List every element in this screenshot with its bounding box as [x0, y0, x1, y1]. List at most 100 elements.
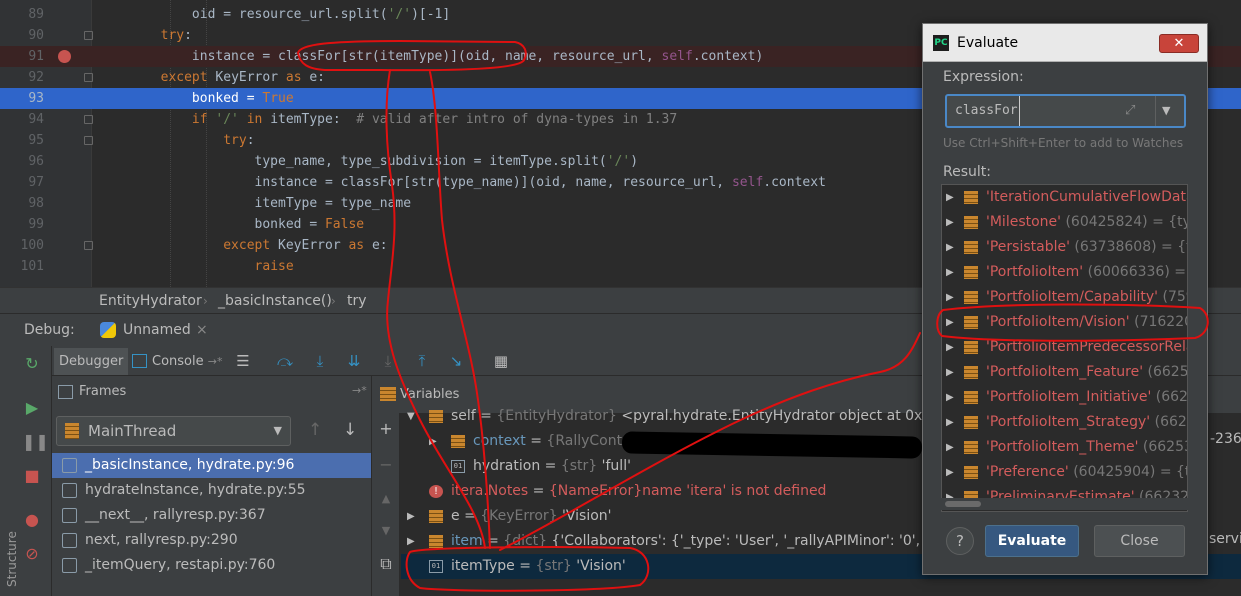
- fold-marker-icon[interactable]: [84, 73, 93, 82]
- pause-icon[interactable]: ❚❚: [22, 432, 49, 452]
- frame-row[interactable]: hydrateInstance, hydrate.py:55: [52, 478, 371, 503]
- remove-watch-icon[interactable]: −: [378, 457, 394, 473]
- expand-arrow-icon[interactable]: ▶: [407, 529, 415, 554]
- expression-input[interactable]: classFor ⤢ ▼: [945, 94, 1186, 128]
- fold-marker-icon[interactable]: [84, 115, 93, 124]
- view-breakpoints-icon[interactable]: ●: [22, 510, 42, 530]
- tab-debugger[interactable]: Debugger: [54, 348, 129, 375]
- line-number[interactable]: 89: [0, 4, 44, 25]
- result-row[interactable]: ▶ 'PortfolioItem_Feature' (662533: [942, 360, 1187, 385]
- code-text[interactable]: try:: [98, 130, 254, 151]
- result-row[interactable]: ▶ 'PortfolioItem_Theme' (662532: [942, 435, 1187, 460]
- result-row[interactable]: ▶ 'PortfolioItemPredecessorRelat: [942, 335, 1187, 360]
- close-icon[interactable]: ✕: [1159, 34, 1199, 53]
- evaluate-expression-icon[interactable]: ▦: [490, 350, 512, 372]
- line-number[interactable]: 98: [0, 193, 44, 214]
- dialog-title-bar[interactable]: PC Evaluate ✕: [923, 24, 1207, 62]
- expand-arrow-icon[interactable]: ▶: [407, 504, 415, 529]
- expand-arrow-icon[interactable]: ▶: [946, 310, 954, 335]
- expand-arrow-icon[interactable]: ▶: [946, 285, 954, 310]
- code-text[interactable]: instance = classFor[str(type_name)](oid,…: [98, 172, 826, 193]
- horizontal-scrollbar[interactable]: [941, 498, 1188, 510]
- structure-side-tab[interactable]: Structure: [5, 507, 19, 587]
- line-number[interactable]: 101: [0, 256, 44, 277]
- line-number[interactable]: 99: [0, 214, 44, 235]
- line-number[interactable]: 93: [0, 88, 44, 109]
- expression-value[interactable]: classFor: [955, 96, 1020, 126]
- resume-icon[interactable]: ▶: [22, 398, 42, 418]
- result-row[interactable]: ▶ 'IterationCumulativeFlowData': [942, 185, 1187, 210]
- close-session-icon[interactable]: ×: [196, 317, 208, 344]
- run-to-cursor-icon[interactable]: ↘: [445, 350, 467, 372]
- result-row[interactable]: ▶ 'Persistable' (63738608) = {type: [942, 235, 1187, 260]
- line-number[interactable]: 92: [0, 67, 44, 88]
- expand-arrow-icon[interactable]: ▶: [946, 335, 954, 360]
- rerun-icon[interactable]: ↻: [22, 354, 42, 374]
- line-number[interactable]: 90: [0, 25, 44, 46]
- code-text[interactable]: bonked = False: [98, 214, 365, 235]
- expand-arrow-icon[interactable]: ▶: [946, 460, 954, 485]
- breadcrumb-item-class[interactable]: EntityHydrator: [99, 288, 202, 314]
- breakpoint-icon[interactable]: [58, 50, 71, 63]
- expand-arrow-icon[interactable]: ▶: [946, 360, 954, 385]
- previous-frame-icon[interactable]: ↑: [308, 420, 322, 440]
- menu-icon[interactable]: ☰: [232, 350, 254, 372]
- result-row[interactable]: ▶ 'PortfolioItem' (60066336) = {ty: [942, 260, 1187, 285]
- expand-arrow-icon[interactable]: ▶: [946, 235, 954, 260]
- result-tree[interactable]: ▶ 'IterationCumulativeFlowData' ▶ 'Mileston…: [941, 184, 1188, 512]
- expand-arrow-icon[interactable]: ▶: [946, 185, 954, 210]
- line-number[interactable]: 91: [0, 46, 44, 67]
- help-button[interactable]: ?: [946, 527, 974, 555]
- code-text[interactable]: try:: [98, 25, 192, 46]
- thread-select[interactable]: MainThread ▼: [56, 416, 291, 446]
- move-up-icon[interactable]: ▲: [378, 491, 394, 507]
- stop-icon[interactable]: ■: [22, 466, 42, 486]
- line-number[interactable]: 97: [0, 172, 44, 193]
- frame-row[interactable]: __next__, rallyresp.py:367: [52, 503, 371, 528]
- step-into-icon[interactable]: ⤓: [309, 350, 331, 372]
- close-button[interactable]: Close: [1094, 525, 1185, 557]
- expand-arrow-icon[interactable]: ▶: [946, 435, 954, 460]
- copy-watch-icon[interactable]: ⧉: [378, 556, 394, 572]
- breadcrumb-item-method[interactable]: _basicInstance(): [218, 288, 332, 314]
- pin-icon[interactable]: →*: [352, 384, 367, 397]
- force-step-into-icon[interactable]: ⤓: [377, 350, 399, 372]
- expand-arrow-icon[interactable]: ▶: [946, 210, 954, 235]
- frame-row[interactable]: _basicInstance, hydrate.py:96: [52, 453, 371, 478]
- expand-icon[interactable]: ⤢: [1125, 103, 1135, 118]
- expand-arrow-icon[interactable]: ▶: [946, 260, 954, 285]
- fold-marker-icon[interactable]: [84, 241, 93, 250]
- step-over-icon[interactable]: ⤼: [274, 350, 296, 372]
- result-row[interactable]: ▶ 'PortfolioItem/Capability' (7590: [942, 285, 1187, 310]
- scrollbar-thumb[interactable]: [945, 501, 981, 507]
- next-frame-icon[interactable]: ↓: [343, 420, 357, 440]
- evaluate-button[interactable]: Evaluate: [985, 525, 1079, 557]
- line-number[interactable]: 100: [0, 235, 44, 256]
- move-down-icon[interactable]: ▼: [378, 523, 394, 539]
- code-text[interactable]: except KeyError as e:: [98, 235, 387, 256]
- code-line[interactable]: 89 oid = resource_url.split('/')[-1]: [0, 4, 1241, 25]
- frame-row[interactable]: _itemQuery, restapi.py:760: [52, 553, 371, 578]
- result-row[interactable]: ▶ 'PortfolioItem/Vision' (7162200: [942, 310, 1187, 335]
- code-text[interactable]: if '/' in itemType: # valid after intro …: [98, 109, 677, 130]
- step-out-icon[interactable]: ⤒: [411, 350, 433, 372]
- tab-console[interactable]: Console →*: [126, 348, 227, 375]
- add-watch-icon[interactable]: +: [378, 421, 394, 437]
- code-text[interactable]: itemType = type_name: [98, 193, 412, 214]
- mute-breakpoints-icon[interactable]: ⊘: [22, 544, 42, 564]
- fold-marker-icon[interactable]: [84, 31, 93, 40]
- debug-session-tab[interactable]: Unnamed ×: [96, 317, 218, 344]
- fold-marker-icon[interactable]: [84, 136, 93, 145]
- step-into-my-code-icon[interactable]: ⇊: [343, 350, 365, 372]
- result-row[interactable]: ▶ 'PortfolioItem_Strategy' (66253: [942, 410, 1187, 435]
- frame-row[interactable]: next, rallyresp.py:290: [52, 528, 371, 553]
- code-text[interactable]: type_name, type_subdivision = itemType.s…: [98, 151, 639, 172]
- line-number[interactable]: 96: [0, 151, 44, 172]
- expand-arrow-icon[interactable]: ▶: [429, 429, 437, 454]
- line-number[interactable]: 95: [0, 130, 44, 151]
- code-text[interactable]: raise: [98, 256, 294, 277]
- result-row[interactable]: ▶ 'PortfolioItem_Initiative' (66227: [942, 385, 1187, 410]
- chevron-down-icon[interactable]: ▼: [1162, 96, 1170, 126]
- code-text[interactable]: instance = classFor[str(itemType)](oid, …: [98, 46, 763, 67]
- line-number[interactable]: 94: [0, 109, 44, 130]
